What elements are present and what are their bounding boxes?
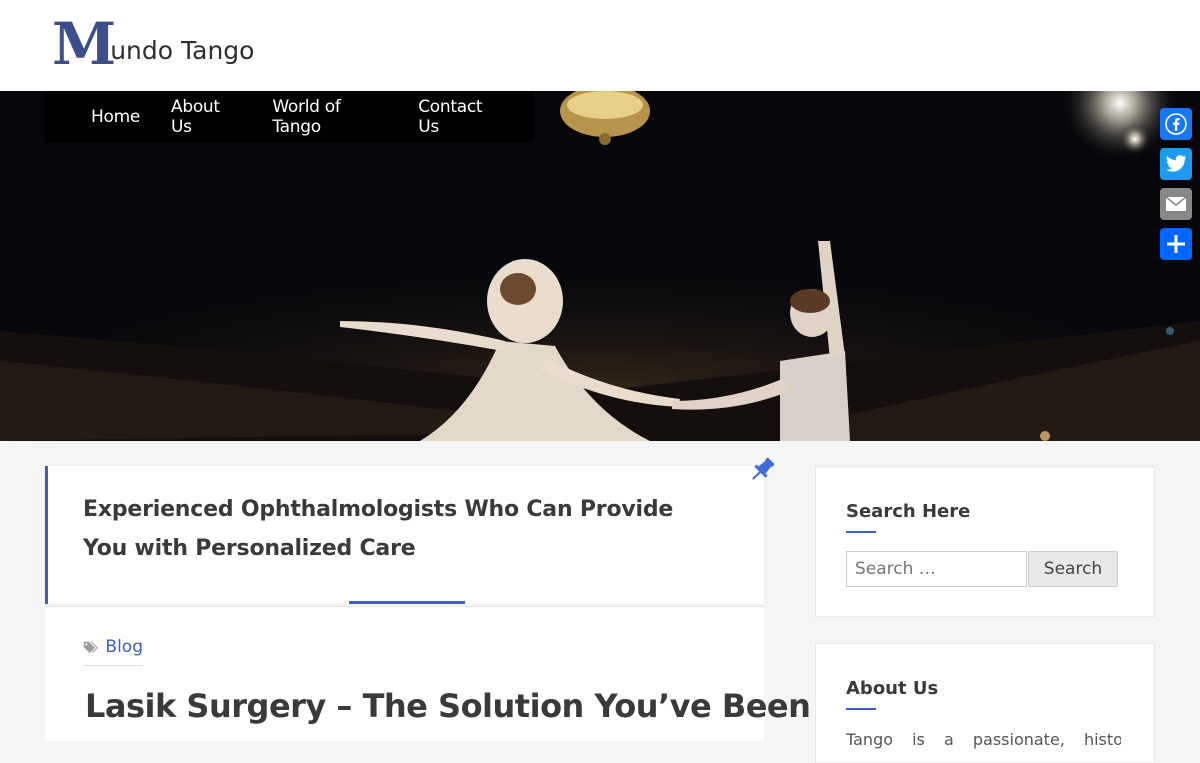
search-widget: Search Here Search <box>815 466 1155 617</box>
hero-image <box>0 91 1200 441</box>
email-icon <box>1165 196 1187 211</box>
featured-post-card: Experienced Ophthalmologists Who Can Pro… <box>45 466 764 604</box>
logo-initial: M <box>52 10 116 78</box>
twitter-share-button[interactable] <box>1160 148 1192 180</box>
main-navigation: Home About Us World of Tango Contact Us <box>45 91 534 143</box>
nav-item-world-of-tango[interactable]: World of Tango <box>272 97 387 137</box>
facebook-share-button[interactable] <box>1160 108 1192 140</box>
pin-icon <box>752 457 775 480</box>
widget-title-underline <box>846 708 876 710</box>
more-share-button[interactable] <box>1160 228 1192 260</box>
nav-item-contact-us[interactable]: Contact Us <box>418 97 503 137</box>
content-column: Experienced Ophthalmologists Who Can Pro… <box>45 466 811 741</box>
tags-icon <box>83 641 98 653</box>
category-link-blog[interactable]: Blog <box>105 637 143 657</box>
search-input[interactable] <box>846 551 1027 587</box>
about-widget: About Us Tango is a passionate, historic… <box>815 643 1155 763</box>
widget-title-underline <box>846 531 876 533</box>
share-bar <box>1160 108 1192 268</box>
search-button[interactable]: Search <box>1028 551 1118 587</box>
facebook-icon <box>1165 113 1187 135</box>
nav-item-home[interactable]: Home <box>91 107 140 127</box>
nav-item-about-us[interactable]: About Us <box>171 97 241 137</box>
site-logo[interactable]: M undo Tango <box>52 10 255 78</box>
post-card: Blog Lasik Surgery – The Solution You’ve… <box>45 606 811 741</box>
search-widget-title: Search Here <box>846 501 971 522</box>
post-title[interactable]: Lasik Surgery – The Solution You’ve Been <box>85 687 811 725</box>
about-widget-title: About Us <box>846 678 939 699</box>
email-share-button[interactable] <box>1160 188 1192 220</box>
featured-post-title[interactable]: Experienced Ophthalmologists Who Can Pro… <box>83 490 723 568</box>
title-underline <box>349 601 465 604</box>
twitter-icon <box>1165 155 1187 172</box>
plus-icon <box>1167 235 1185 253</box>
site-header: M undo Tango <box>0 0 1200 91</box>
ballet-dancers-illustration <box>0 91 1200 441</box>
logo-text: undo Tango <box>110 36 255 65</box>
post-category: Blog <box>83 637 143 666</box>
